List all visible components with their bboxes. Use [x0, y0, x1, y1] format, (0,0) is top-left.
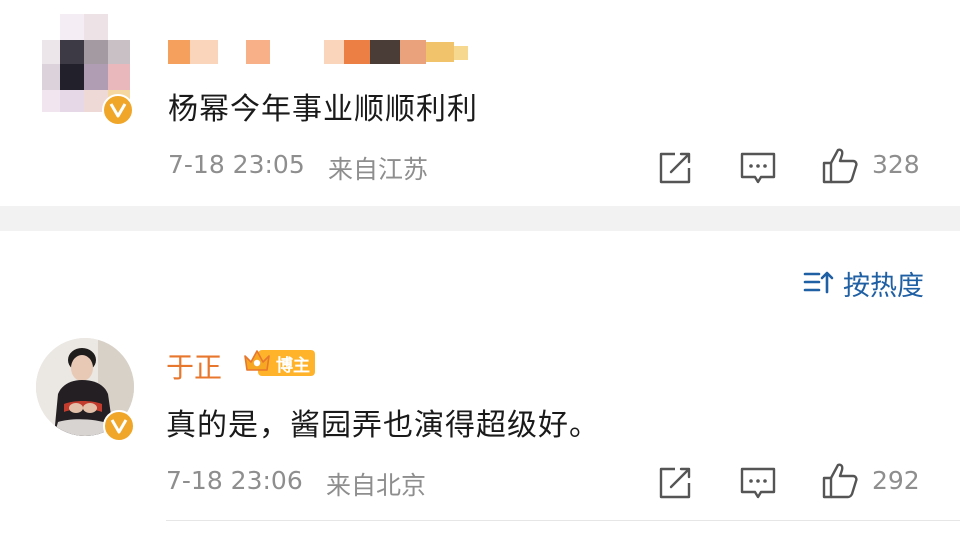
comment-location: 来自北京: [326, 471, 427, 500]
sort-by-hot-button[interactable]: 按热度: [803, 264, 924, 303]
comment-timestamp: 7-18 23:05: [168, 150, 305, 179]
row-divider: [166, 520, 960, 521]
comment-timestamp: 7-18 23:06: [166, 466, 303, 495]
comment-icon[interactable]: [738, 148, 778, 188]
username-pixelated[interactable]: [168, 40, 468, 64]
comment-text: 真的是，酱园弄也演得超级好。: [166, 408, 600, 443]
share-icon[interactable]: [655, 463, 695, 503]
verified-v-icon: [102, 94, 134, 126]
comment-icon[interactable]: [738, 463, 778, 503]
sort-icon: [803, 269, 835, 299]
thumbs-up-icon[interactable]: [820, 146, 860, 186]
comment-text: 杨幂今年事业顺顺利利: [168, 92, 478, 127]
sort-label: 按热度: [843, 271, 924, 302]
thumbs-up-icon[interactable]: [820, 461, 860, 501]
like-count: 328: [872, 150, 920, 179]
crown-icon: [242, 346, 272, 380]
share-icon[interactable]: [655, 148, 695, 188]
comment-location: 来自江苏: [328, 155, 429, 184]
like-count: 292: [872, 466, 920, 495]
blogger-badge: 博主: [242, 346, 315, 380]
section-divider: [0, 206, 960, 231]
verified-v-icon: [103, 410, 135, 442]
author-name[interactable]: 于正: [166, 346, 222, 386]
